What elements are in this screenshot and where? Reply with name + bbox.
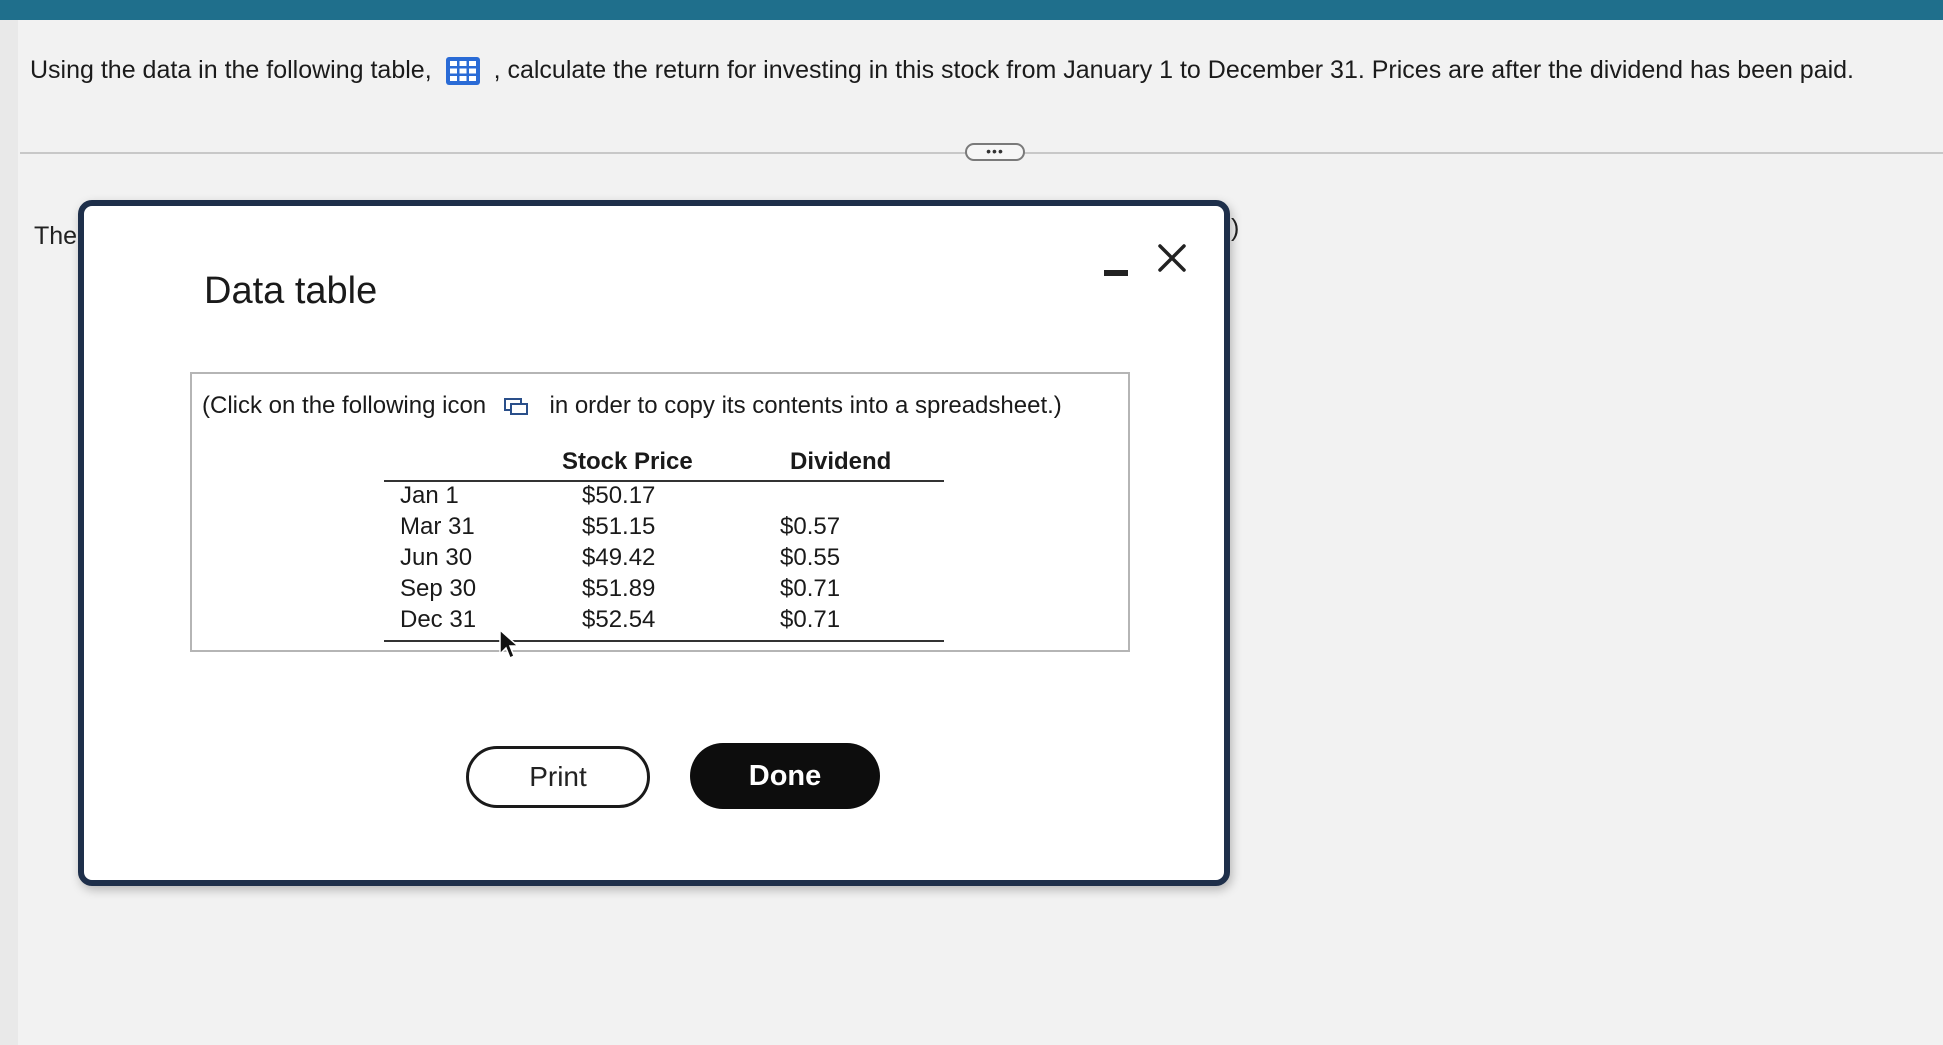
data-table-panel: (Click on the following icon in order to…: [190, 372, 1130, 652]
cell-stock-price: $51.89: [582, 575, 656, 602]
copy-instruction: (Click on the following icon in order to…: [202, 392, 1062, 420]
copy-to-spreadsheet-icon[interactable]: [503, 395, 529, 415]
instruction-after: in order to copy its contents into a spr…: [549, 392, 1062, 419]
background-text-fragment: The: [34, 222, 78, 250]
question-text: Using the data in the following table, ,…: [30, 56, 1854, 86]
cell-stock-price: $49.42: [582, 544, 656, 571]
cell-dividend: $0.71: [780, 606, 841, 633]
table-row: Jan 1 $50.17: [384, 482, 944, 513]
mouse-cursor-icon: [498, 628, 520, 660]
print-button[interactable]: Print: [466, 746, 650, 808]
table-row: Dec 31 $52.54 $0.71: [384, 606, 944, 637]
cell-date: Sep 30: [400, 575, 477, 602]
table-row: Mar 31 $51.15 $0.57: [384, 513, 944, 544]
cell-dividend: $0.55: [780, 544, 841, 571]
cell-stock-price: $50.17: [582, 482, 656, 509]
cell-date: Mar 31: [400, 513, 475, 540]
column-header-dividend: Dividend: [790, 448, 892, 475]
done-button[interactable]: Done: [690, 743, 880, 809]
table-row: Jun 30 $49.42 $0.55: [384, 544, 944, 575]
minimize-icon[interactable]: [1102, 256, 1130, 286]
column-header-stock-price: Stock Price: [562, 448, 693, 475]
cell-date: Dec 31: [400, 606, 477, 633]
footer-rule: [384, 640, 944, 642]
cell-date: Jun 30: [400, 544, 473, 571]
grid-table-icon[interactable]: [445, 56, 481, 86]
data-table-dialog: Data table (Click on the following icon …: [78, 200, 1230, 886]
close-icon[interactable]: [1154, 240, 1190, 276]
cell-stock-price: $52.54: [582, 606, 656, 633]
cell-stock-price: $51.15: [582, 513, 656, 540]
table-row: Sep 30 $51.89 $0.71: [384, 575, 944, 606]
cell-dividend: $0.57: [780, 513, 841, 540]
question-text-before: Using the data in the following table,: [30, 56, 432, 84]
top-bar: [0, 0, 1943, 20]
dialog-title: Data table: [204, 270, 378, 312]
cell-dividend: $0.71: [780, 575, 841, 602]
expand-button[interactable]: •••: [965, 143, 1025, 161]
cell-date: Jan 1: [400, 482, 459, 509]
instruction-before: (Click on the following icon: [202, 392, 487, 419]
question-text-after: , calculate the return for investing in …: [493, 56, 1854, 84]
